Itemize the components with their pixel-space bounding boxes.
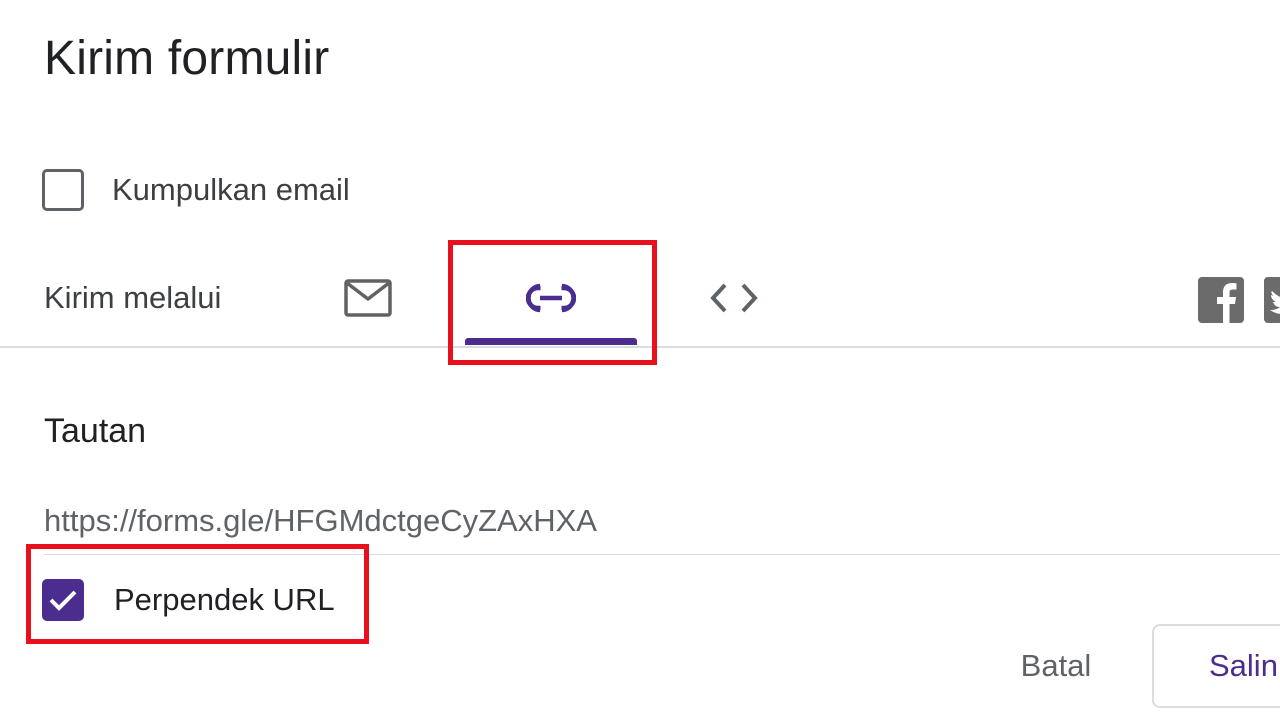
- facebook-share-button[interactable]: [1198, 277, 1244, 323]
- collect-email-label: Kumpulkan email: [112, 172, 350, 207]
- cancel-button[interactable]: Batal: [1000, 640, 1112, 692]
- form-url-field[interactable]: https://forms.gle/HFGMdctgeCyZAxHXA: [44, 503, 597, 539]
- link-section-title: Tautan: [44, 412, 147, 450]
- highlight-shorten-url: [26, 544, 369, 644]
- dialog-title: Kirim formulir: [44, 32, 330, 85]
- facebook-icon: [1217, 283, 1237, 323]
- copy-button[interactable]: Salin: [1152, 624, 1280, 708]
- twitter-share-button[interactable]: [1264, 277, 1280, 323]
- tab-email[interactable]: [330, 250, 406, 346]
- highlight-link-tab: [448, 240, 657, 365]
- twitter-icon: [1270, 291, 1280, 314]
- collect-email-option[interactable]: Kumpulkan email: [42, 166, 350, 214]
- code-icon: [710, 283, 758, 313]
- collect-email-checkbox[interactable]: [42, 169, 84, 211]
- send-via-label: Kirim melalui: [44, 280, 222, 315]
- tab-embed[interactable]: [698, 250, 770, 346]
- send-form-dialog: Kirim formulir Kumpulkan email Kirim mel…: [0, 0, 1280, 722]
- mail-icon: [344, 279, 392, 317]
